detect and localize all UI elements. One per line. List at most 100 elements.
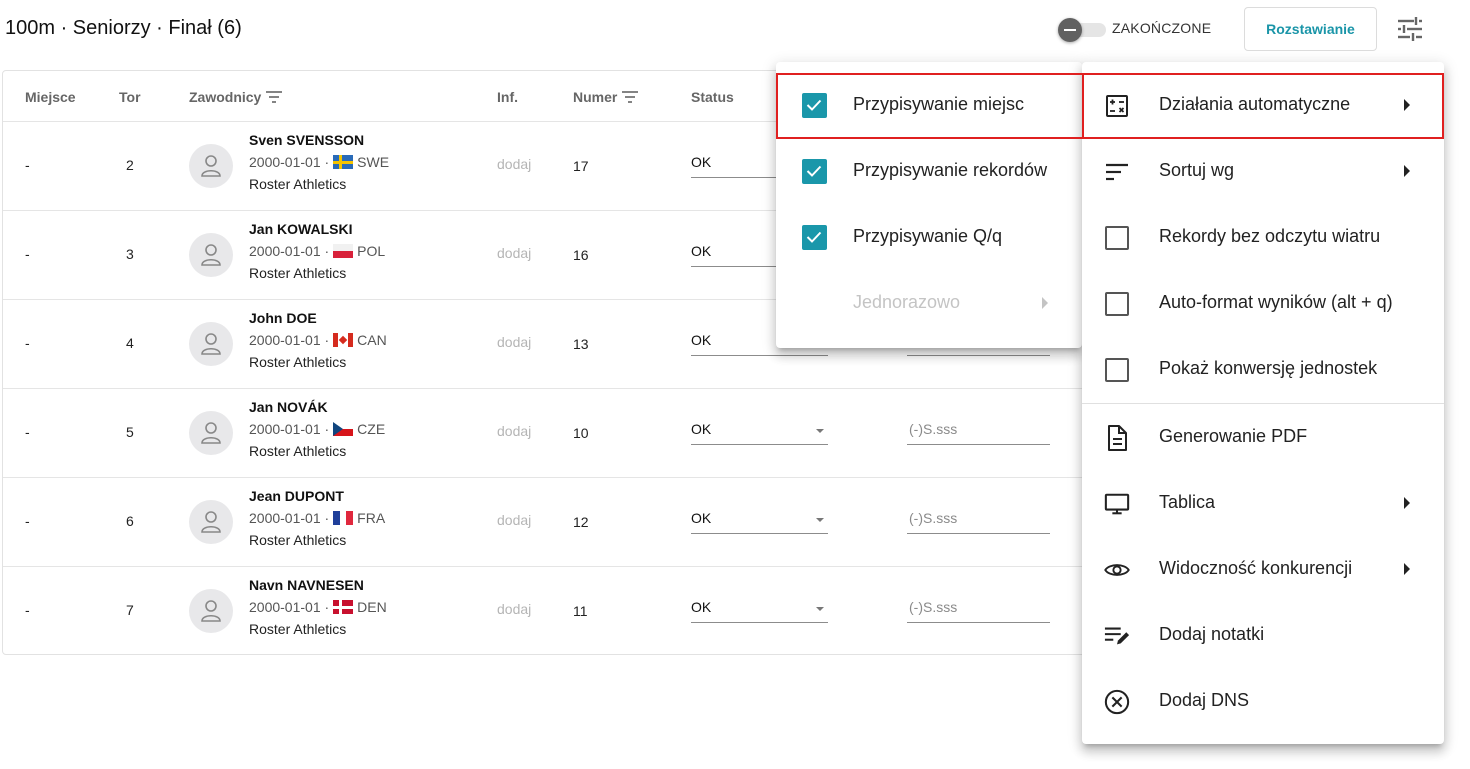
result-input[interactable]: (-)S.sss [907, 599, 1050, 623]
menu-item-label: Dodaj DNS [1159, 690, 1250, 710]
col-header-number[interactable]: Numer [573, 89, 639, 105]
submenu-item-assign-records[interactable]: Przypisywanie rekordów [776, 138, 1082, 204]
monitor-icon [1104, 491, 1130, 517]
birth-date: 2000-01-01 · [249, 243, 330, 259]
menu-item-unit-conversion[interactable]: Pokaż konwersję jednostek [1082, 336, 1444, 402]
checkbox-checked-icon[interactable] [801, 158, 827, 184]
status-select[interactable]: OK [691, 421, 828, 445]
filter-icon[interactable] [266, 91, 283, 103]
birth-date: 2000-01-01 · [249, 599, 330, 615]
result-input[interactable]: (-)S.sss [907, 510, 1050, 534]
bib-number: 13 [573, 336, 589, 352]
submenu-item-one-time: Jednorazowo [776, 270, 1082, 336]
menu-item-records-without-wind[interactable]: Rekordy bez odczytu wiatru [1082, 204, 1444, 270]
athlete-name[interactable]: Jean DUPONT [249, 488, 344, 504]
add-info-link[interactable]: dodaj [497, 245, 531, 261]
highlight-submenu-item [776, 73, 1084, 139]
athlete-meta: 2000-01-01 · FRA [249, 510, 385, 526]
add-info-link[interactable]: dodaj [497, 156, 531, 172]
menu-item-visibility[interactable]: Widoczność konkurencji [1082, 536, 1444, 602]
submenu-item-assign-qualifiers[interactable]: Przypisywanie Q/q [776, 204, 1082, 270]
country-code: FRA [357, 510, 386, 526]
settings-sliders-icon[interactable] [1394, 14, 1426, 44]
lane-cell: 6 [126, 513, 134, 529]
setup-button[interactable]: Rozstawianie [1244, 7, 1377, 51]
athlete-club: Roster Athletics [249, 621, 347, 637]
athlete-name[interactable]: Jan KOWALSKI [249, 221, 352, 237]
country-code: POL [357, 243, 386, 259]
menu-item-label: Generowanie PDF [1159, 426, 1308, 446]
add-info-link[interactable]: dodaj [497, 512, 531, 528]
menu-item-add-notes[interactable]: Dodaj notatki [1082, 602, 1444, 668]
menu-item-sort-by[interactable]: Sortuj wg [1082, 138, 1444, 204]
birth-date: 2000-01-01 · [249, 421, 330, 437]
chevron-right-icon [1404, 497, 1410, 509]
result-placeholder: (-)S.sss [909, 510, 958, 526]
add-info-link[interactable]: dodaj [497, 423, 531, 439]
country-code: CAN [357, 332, 387, 348]
notes-icon [1104, 623, 1130, 649]
menu-item-scoreboard[interactable]: Tablica [1082, 470, 1444, 536]
place-cell: - [25, 335, 30, 351]
lane-cell: 3 [126, 246, 134, 262]
checkbox-icon[interactable] [1104, 225, 1130, 251]
highlight-menu-item [1082, 73, 1444, 139]
flag-icon [333, 155, 354, 169]
lane-cell: 4 [126, 335, 134, 351]
person-icon [201, 600, 221, 622]
athlete-meta: 2000-01-01 · SWE [249, 154, 389, 170]
col-header-athletes[interactable]: Zawodnicy [189, 89, 283, 105]
sort-icon [1104, 159, 1130, 185]
athlete-meta: 2000-01-01 · CZE [249, 421, 385, 437]
flag-icon [333, 511, 354, 525]
status-select[interactable]: OK [691, 510, 828, 534]
status-value: OK [691, 154, 712, 170]
person-icon [201, 244, 221, 266]
lane-cell: 2 [126, 157, 134, 173]
person-icon [201, 333, 221, 355]
athlete-club: Roster Athletics [249, 532, 347, 548]
menu-item-label: Widoczność konkurencji [1159, 558, 1353, 578]
toggle-label: ZAKOŃCZONE [1112, 20, 1212, 36]
status-value: OK [691, 421, 712, 437]
dropdown-caret-icon [816, 429, 824, 433]
person-icon [201, 422, 221, 444]
athlete-name[interactable]: John DOE [249, 310, 317, 326]
add-info-link[interactable]: dodaj [497, 601, 531, 617]
status-select[interactable]: OK [691, 599, 828, 623]
menu-item-label: Dodaj notatki [1159, 624, 1265, 644]
place-cell: - [25, 424, 30, 440]
avatar [189, 589, 233, 633]
bib-number: 11 [573, 603, 588, 619]
bib-number: 17 [573, 158, 589, 174]
avatar [189, 233, 233, 277]
flag-icon [333, 244, 354, 258]
athlete-name[interactable]: Jan NOVÁK [249, 399, 328, 415]
status-value: OK [691, 243, 712, 259]
athlete-club: Roster Athletics [249, 265, 347, 281]
result-input[interactable]: (-)S.sss [907, 421, 1050, 445]
col-header-lane: Tor [119, 89, 141, 105]
checkbox-checked-icon[interactable] [801, 224, 827, 250]
menu-item-auto-format[interactable]: Auto-format wyników (alt + q) [1082, 270, 1444, 336]
athlete-club: Roster Athletics [249, 354, 347, 370]
birth-date: 2000-01-01 · [249, 510, 330, 526]
athlete-meta: 2000-01-01 · POL [249, 243, 385, 259]
menu-item-generate-pdf[interactable]: Generowanie PDF [1082, 404, 1444, 470]
menu-item-label: Sortuj wg [1159, 160, 1235, 180]
submenu-item-label: Przypisywanie rekordów [853, 160, 1048, 180]
menu-item-add-dns[interactable]: Dodaj DNS [1082, 668, 1444, 734]
finished-toggle[interactable] [1058, 18, 1108, 42]
athlete-club: Roster Athletics [249, 443, 347, 459]
country-code: DEN [357, 599, 387, 615]
checkbox-icon[interactable] [1104, 291, 1130, 317]
athlete-name[interactable]: Sven SVENSSON [249, 132, 364, 148]
toggle-knob [1058, 18, 1082, 42]
cancel-circle-icon [1104, 689, 1130, 715]
checkbox-icon[interactable] [1104, 357, 1130, 383]
birth-date: 2000-01-01 · [249, 154, 330, 170]
athlete-name[interactable]: Navn NAVNESEN [249, 577, 364, 593]
status-value: OK [691, 510, 712, 526]
add-info-link[interactable]: dodaj [497, 334, 531, 350]
filter-icon[interactable] [622, 91, 639, 103]
